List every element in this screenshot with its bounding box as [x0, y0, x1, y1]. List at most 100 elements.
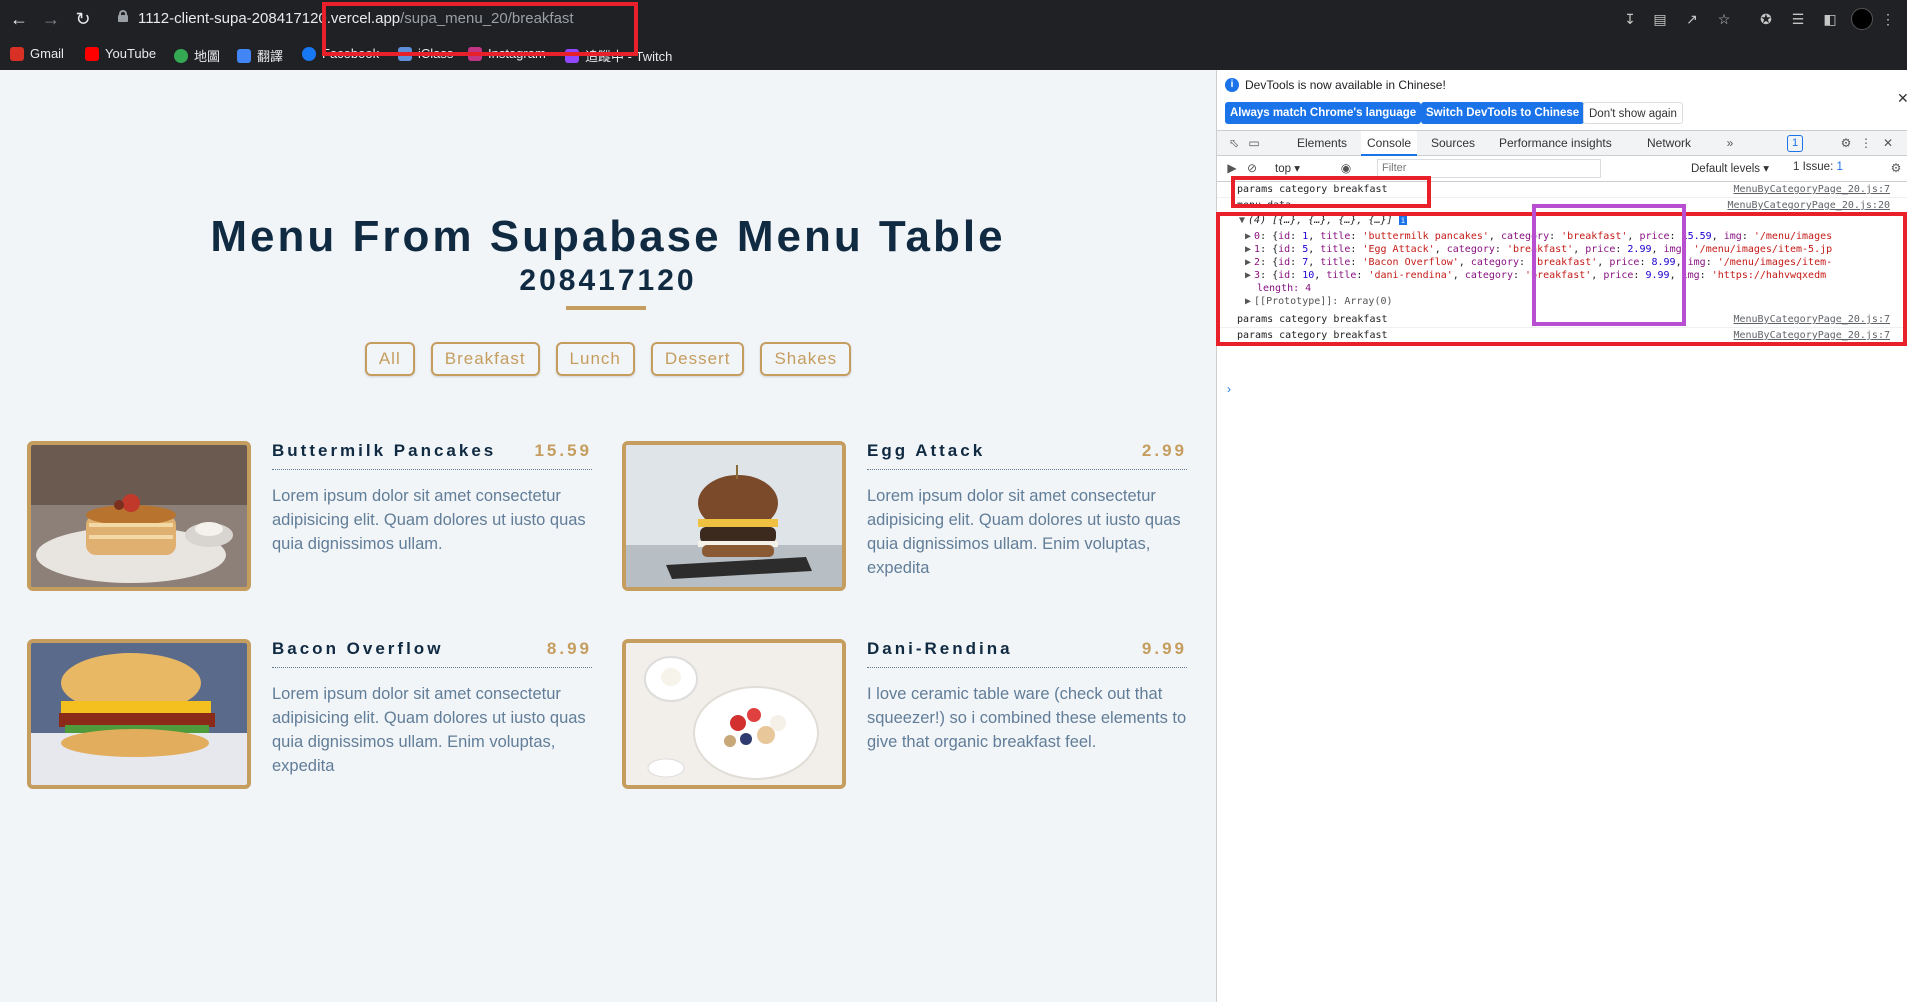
- console-prompt-icon[interactable]: ›: [1227, 382, 1231, 396]
- bookmark-label: 地圖: [194, 49, 221, 64]
- menu-item-price: 15.59: [534, 441, 592, 460]
- gmail-icon: [10, 46, 24, 61]
- sidebar-toggle-icon[interactable]: ▶: [1225, 161, 1239, 175]
- bookmark-label: Gmail: [30, 46, 64, 61]
- annotation-box-url: [322, 2, 638, 56]
- fruit-bowl-photo: [622, 639, 846, 789]
- menu-item-price: 2.99: [1141, 441, 1187, 460]
- bookmarks-bar: Gmail YouTube 地圖 翻譯 Facebook iClass Inst…: [0, 38, 1907, 70]
- lock-icon: [118, 10, 128, 22]
- menu-item-price: 8.99: [546, 639, 592, 658]
- log-source-link[interactable]: MenuByCategoryPage_20.js:7: [1733, 184, 1890, 195]
- menu-page: Menu From Supabase Menu Table 208417120 …: [0, 70, 1216, 1002]
- bacon-sandwich-photo: [27, 639, 251, 789]
- bookmark-label: 翻譯: [257, 49, 284, 64]
- menu-dots-icon[interactable]: ⋮: [1878, 9, 1898, 29]
- youtube-icon: [85, 46, 99, 61]
- menu-item-info: Dani-Rendina 9.99 I love ceramic table w…: [867, 639, 1187, 754]
- menu-item-price: 9.99: [1141, 639, 1187, 658]
- settings-gear-icon[interactable]: ⚙: [1839, 136, 1853, 150]
- filter-shakes-button[interactable]: Shakes: [760, 342, 852, 376]
- menu-item-header: Dani-Rendina 9.99: [867, 639, 1187, 668]
- bookmark-maps[interactable]: 地圖: [174, 46, 220, 65]
- menu-item-info: Buttermilk Pancakes 15.59 Lorem ipsum do…: [272, 441, 592, 556]
- levels-select[interactable]: Default levels ▾: [1691, 161, 1769, 175]
- install-icon[interactable]: ↧: [1620, 9, 1640, 29]
- menu-item-info: Egg Attack 2.99 Lorem ipsum dolor sit am…: [867, 441, 1187, 580]
- menu-item: Dani-Rendina 9.99 I love ceramic table w…: [622, 639, 1202, 789]
- address-row: ← → ↻ 1112-client-supa-208417120.vercel.…: [0, 0, 1907, 38]
- menu-item-description: Lorem ipsum dolor sit amet consectetur a…: [272, 685, 586, 775]
- maps-icon: [174, 48, 188, 63]
- switch-chinese-button[interactable]: Switch DevTools to Chinese: [1421, 102, 1585, 124]
- facebook-icon: [302, 46, 316, 61]
- menu-item-title: Egg Attack: [867, 441, 986, 460]
- tab-performance-insights[interactable]: Performance insights: [1493, 131, 1618, 156]
- filter-breakfast-button[interactable]: Breakfast: [430, 342, 540, 376]
- more-options-icon[interactable]: ⋮: [1859, 136, 1873, 150]
- share-icon[interactable]: ↗: [1682, 9, 1702, 29]
- language-banner: i DevTools is now available in Chinese! …: [1217, 70, 1907, 130]
- bookmark-youtube[interactable]: YouTube: [85, 46, 156, 61]
- devtools-tabs: ⬁ ▭ Elements Console Sources Performance…: [1217, 130, 1907, 156]
- forward-arrow-icon[interactable]: →: [40, 8, 62, 30]
- menu-item-description: Lorem ipsum dolor sit amet consectetur a…: [272, 487, 586, 553]
- bookmark-gmail[interactable]: Gmail: [10, 46, 64, 61]
- tab-console[interactable]: Console: [1361, 131, 1418, 156]
- match-language-button[interactable]: Always match Chrome's language: [1225, 102, 1422, 124]
- page-subtitle: 208417120: [519, 264, 697, 297]
- menu-item-title: Buttermilk Pancakes: [272, 441, 497, 460]
- filter-dessert-button[interactable]: Dessert: [650, 342, 745, 376]
- category-filters: All Breakfast Lunch Dessert Shakes: [0, 342, 1216, 376]
- messages-badge[interactable]: 1: [1787, 135, 1804, 152]
- banner-message: DevTools is now available in Chinese!: [1245, 78, 1446, 92]
- clear-console-icon[interactable]: ⊘: [1245, 161, 1259, 175]
- menu-item-header: Egg Attack 2.99: [867, 441, 1187, 470]
- star-icon[interactable]: ☆: [1714, 9, 1734, 29]
- close-icon[interactable]: ✕: [1897, 90, 1907, 107]
- console-settings-icon[interactable]: ⚙: [1889, 161, 1903, 175]
- bookmark-translate[interactable]: 翻譯: [237, 46, 283, 65]
- tab-elements[interactable]: Elements: [1291, 131, 1353, 156]
- menu-item: Buttermilk Pancakes 15.59 Lorem ipsum do…: [27, 441, 607, 591]
- menu-item-info: Bacon Overflow 8.99 Lorem ipsum dolor si…: [272, 639, 592, 778]
- side-panel-icon[interactable]: ◧: [1820, 9, 1840, 29]
- pancakes-photo: [27, 441, 251, 591]
- levels-value: Default levels: [1691, 163, 1761, 175]
- context-select[interactable]: top ▾: [1275, 161, 1300, 175]
- eye-icon[interactable]: ◉: [1339, 161, 1353, 175]
- issues-label: 1 Issue:: [1793, 161, 1834, 173]
- issues-count: 1: [1836, 161, 1843, 173]
- translate-bookmark-icon: [237, 48, 251, 63]
- menu-item-description: I love ceramic table ware (check out tha…: [867, 685, 1187, 751]
- messages-count: 1: [1792, 137, 1799, 149]
- annotation-box-params: [1231, 176, 1431, 208]
- filter-lunch-button[interactable]: Lunch: [555, 342, 635, 376]
- filter-all-button[interactable]: All: [364, 342, 415, 376]
- issues-button[interactable]: 1 Issue: 1: [1793, 161, 1843, 173]
- close-devtools-icon[interactable]: ✕: [1881, 136, 1895, 150]
- inspect-icon[interactable]: ⬁: [1227, 136, 1241, 150]
- reload-icon[interactable]: ↻: [72, 8, 94, 30]
- dont-show-button[interactable]: Don't show again: [1583, 102, 1683, 124]
- menu-item-title: Bacon Overflow: [272, 639, 444, 658]
- browser-chrome: ← → ↻ 1112-client-supa-208417120.vercel.…: [0, 0, 1907, 70]
- tab-network[interactable]: Network: [1641, 131, 1697, 156]
- burger-photo: [622, 441, 846, 591]
- info-icon: i: [1225, 78, 1239, 92]
- translate-icon[interactable]: ▤: [1650, 9, 1670, 29]
- log-source-link[interactable]: MenuByCategoryPage_20.js:20: [1727, 200, 1890, 211]
- media-icon[interactable]: ☰: [1788, 9, 1808, 29]
- menu-item: Egg Attack 2.99 Lorem ipsum dolor sit am…: [622, 441, 1202, 591]
- page-title: Menu From Supabase Menu Table: [210, 212, 1006, 261]
- device-toggle-icon[interactable]: ▭: [1247, 136, 1261, 150]
- profile-avatar[interactable]: [1851, 8, 1873, 30]
- more-tabs-icon[interactable]: »: [1723, 136, 1737, 150]
- annotation-box-category: [1532, 204, 1686, 326]
- bookmark-label: YouTube: [105, 46, 157, 61]
- tab-sources[interactable]: Sources: [1425, 131, 1481, 156]
- extensions-icon[interactable]: ✪: [1756, 9, 1776, 29]
- menu-item-title: Dani-Rendina: [867, 639, 1013, 658]
- back-arrow-icon[interactable]: ←: [8, 8, 30, 30]
- menu-item-description: Lorem ipsum dolor sit amet consectetur a…: [867, 487, 1181, 577]
